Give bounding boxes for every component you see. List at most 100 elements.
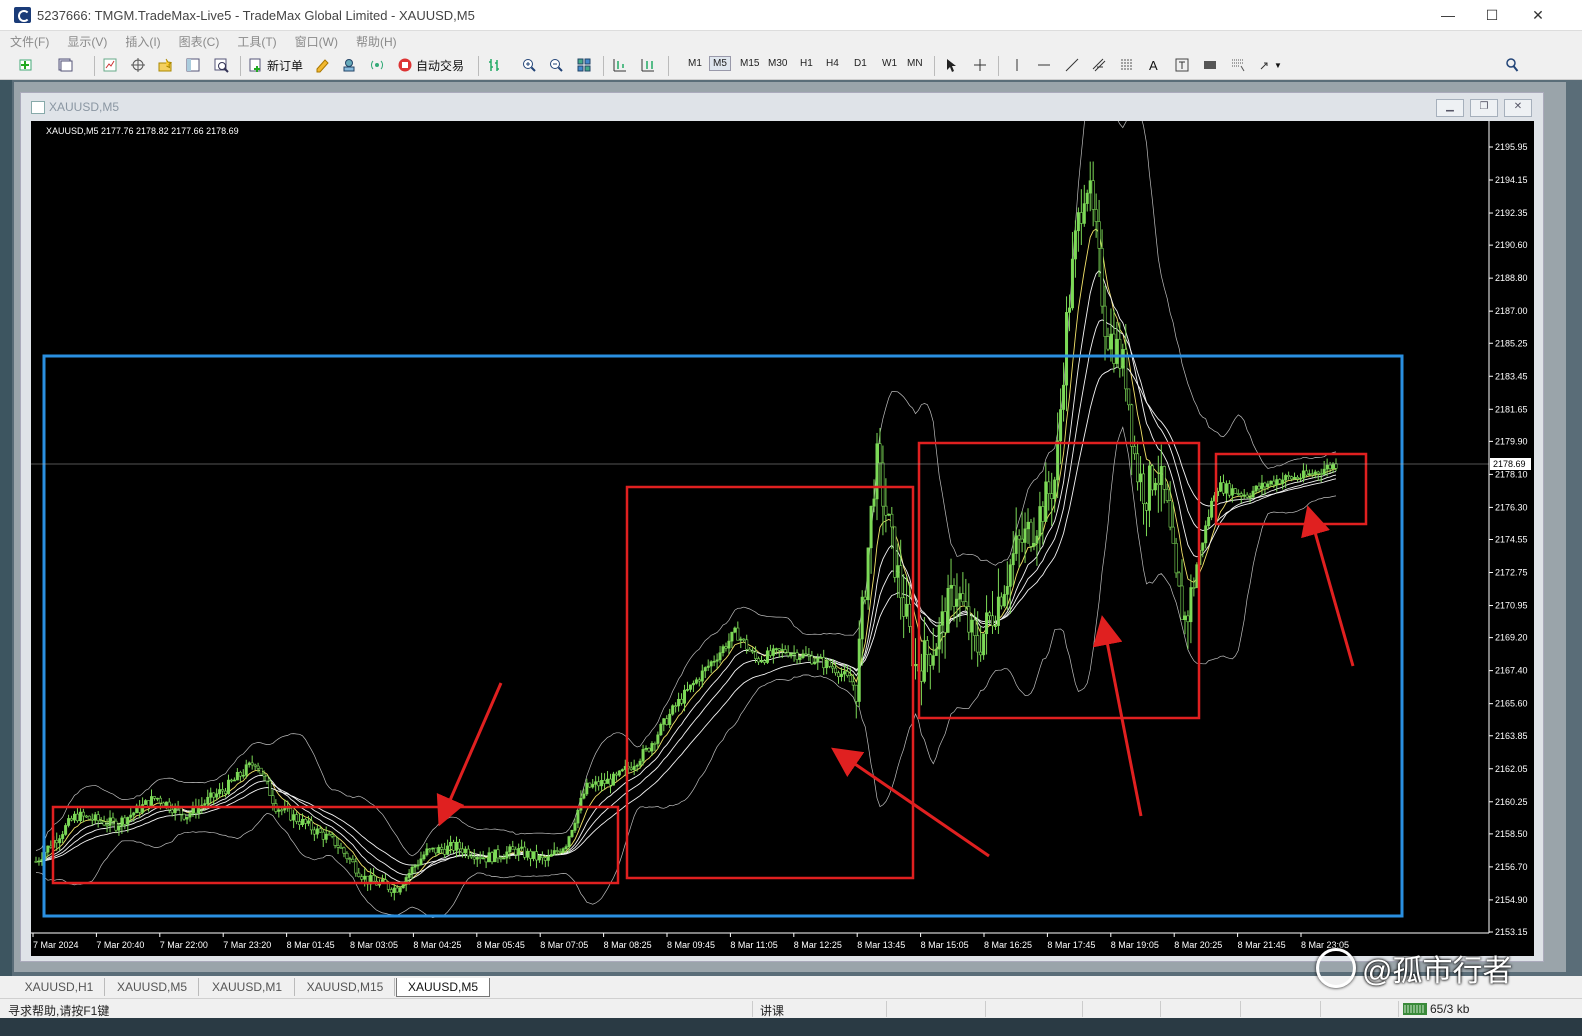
app-icon [14,7,31,23]
candle-body [229,779,233,782]
candle-body [1186,615,1190,623]
candle-body [768,650,772,656]
terminal-button[interactable] [185,55,201,75]
new-chart-button[interactable] [18,55,34,75]
chart-canvas[interactable]: XAUUSD,M5 2177.76 2178.82 2177.66 2178.6… [31,49,1534,956]
menu-insert[interactable]: 插入(I) [115,31,168,50]
horizontal-line-icon [1038,64,1050,66]
candle-body [1328,464,1332,469]
timeframe-w1[interactable]: W1 [882,58,897,69]
candle-body [318,828,322,833]
timeframe-m30[interactable]: M30 [768,58,787,69]
menu-tools[interactable]: 工具(T) [227,31,284,50]
y-tick-label: 2158.50 [1495,829,1528,839]
crosshair-tool-button[interactable] [972,55,988,75]
bar-chart-button[interactable] [486,55,502,75]
chart-restore-button[interactable]: ❐ [1470,99,1498,117]
menu-help[interactable]: 帮助(H) [346,31,405,50]
arrows-dropdown-button[interactable]: ▼ [1258,55,1282,75]
menu-window[interactable]: 窗口(W) [285,31,346,50]
text-label-button[interactable] [1174,55,1190,75]
status-bar: 寻求帮助,请按F1键 讲课 65/3 kb [0,998,1582,1019]
signals-button[interactable] [369,55,385,75]
tab-xauusd-m15[interactable]: XAUUSD,M15 [296,978,395,996]
toolbar: 新订单 自动交易 M1 M5 M15 M30 H1 H4 D1 W1 MN A … [0,51,1582,121]
candle-body [614,773,618,776]
text-tool-button[interactable]: A [1149,55,1158,75]
candle-body [1221,482,1225,494]
candle-body [620,769,624,772]
data-window-button[interactable] [130,55,146,75]
search-icon [1506,58,1519,72]
auto-trading-button[interactable]: 自动交易 [397,55,464,75]
metaeditor-button[interactable] [314,55,330,75]
zoom-in-button[interactable] [521,55,537,75]
candle-body [792,652,796,655]
timeframe-d1[interactable]: D1 [854,58,867,69]
candle-body [158,797,162,804]
horizontal-line-button[interactable] [1036,55,1052,75]
menu-file[interactable]: 文件(F) [0,31,57,50]
candle-body [940,611,944,626]
candle-body [218,789,222,795]
cursor-tool-button[interactable] [943,55,959,75]
tab-xauusd-h1[interactable]: XAUUSD,H1 [14,978,105,996]
channel-button[interactable] [1091,55,1107,75]
community-button[interactable] [341,55,357,75]
x-tick-label: 8 Mar 08:25 [604,940,652,950]
y-tick-label: 2176.30 [1495,502,1528,512]
fibonacci-button[interactable] [1119,55,1135,75]
candle-body [934,648,938,656]
candle-body [700,670,704,682]
candle-body [893,526,897,578]
maximize-button[interactable]: ☐ [1474,4,1510,26]
timeframe-h1[interactable]: H1 [800,58,813,69]
market-watch-button[interactable] [102,55,118,75]
candle-body [499,857,503,860]
zoom-out-button[interactable] [548,55,564,75]
profiles-button[interactable] [57,55,73,75]
menu-view[interactable]: 显示(V) [57,31,115,50]
tile-windows-button[interactable] [576,55,592,75]
minimize-button[interactable]: — [1430,4,1466,26]
weibo-logo-icon [1316,948,1356,988]
candle-body [446,845,450,855]
chart-close-button[interactable]: ✕ [1504,99,1532,117]
menu-charts[interactable]: 图表(C) [169,31,228,50]
tab-xauusd-m1[interactable]: XAUUSD,M1 [200,978,295,996]
new-order-button[interactable]: 新订单 [248,55,303,75]
timeframe-h4[interactable]: H4 [826,58,839,69]
navigator-button[interactable] [157,55,173,75]
timeframe-mn[interactable]: MN [907,58,923,69]
candle-body [1150,465,1154,491]
periods-button[interactable] [1230,55,1246,75]
candle-body [164,801,168,807]
rectangle-tool-button[interactable] [1202,55,1218,75]
candle-body [96,814,100,821]
tab-xauusd-m5[interactable]: XAUUSD,M5 [106,978,199,996]
price-chart[interactable]: XAUUSD,M5 2177.76 2178.82 2177.66 2178.6… [31,49,1534,956]
timeframe-m15[interactable]: M15 [740,58,759,69]
candle-body [931,655,935,666]
candle-body [774,648,778,650]
vertical-line-button[interactable] [1009,55,1025,75]
chart-shift-button[interactable] [612,55,628,75]
chart-minimize-button[interactable]: ▁ [1436,99,1464,117]
y-tick-label: 2195.95 [1495,142,1528,152]
timeframe-m1[interactable]: M1 [688,58,702,69]
candle-body [1331,463,1335,469]
strategy-tester-button[interactable] [213,55,229,75]
candle-body [1177,572,1181,587]
auto-scroll-button[interactable] [640,55,656,75]
candle-body [78,811,82,822]
tab-xauusd-m5-active[interactable]: XAUUSD,M5 [396,978,490,997]
trendline-button[interactable] [1064,55,1080,75]
candle-body [1050,493,1054,500]
search-button[interactable] [1504,55,1520,75]
timeframe-m5[interactable]: M5 [709,56,731,71]
candle-body [928,654,932,666]
candle-body [594,781,598,785]
candle-body [209,792,213,798]
candle-body [413,865,417,868]
close-button[interactable]: ✕ [1520,4,1556,26]
